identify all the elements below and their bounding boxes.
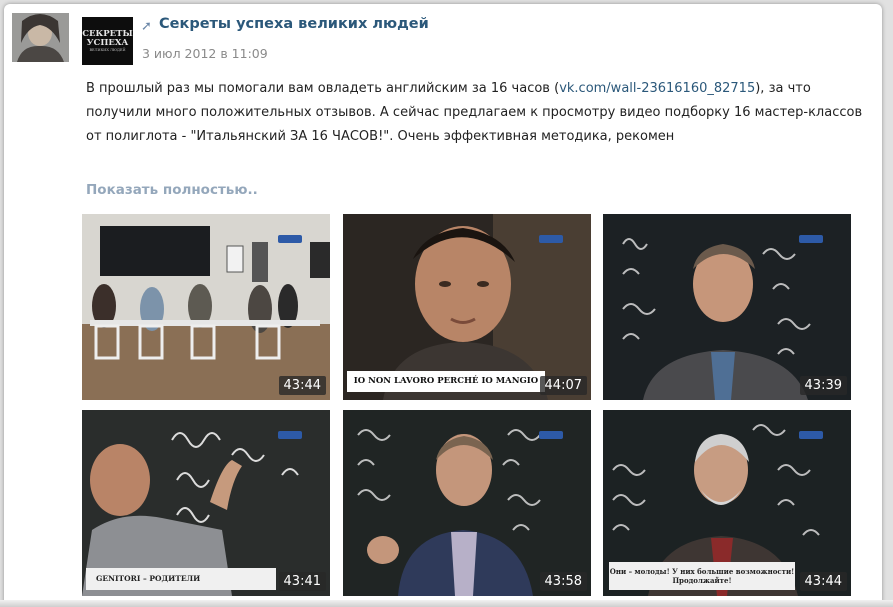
video-duration: 43:41	[278, 572, 326, 591]
video-duration: 43:58	[539, 572, 587, 591]
video-thumbnail-6[interactable]: Они – молоды! У них большие возможности!…	[603, 410, 851, 596]
video-caption: GENITORI – РОДИТЕЛИ	[86, 568, 276, 590]
group-logo[interactable]: СЕКРЕТЫ УСПЕХА ВЕЛИКИХ ЛЮДЕЙ	[82, 17, 133, 65]
screenshot-frame: СЕКРЕТЫ УСПЕХА ВЕЛИКИХ ЛЮДЕЙ ➚ Секреты у…	[0, 0, 893, 607]
user-avatar[interactable]	[12, 13, 69, 62]
post-link[interactable]: vk.com/wall-23616160_82715	[559, 81, 755, 96]
video-subtitle: IO NON LAVORO PERCHÉ IO MANGIO	[347, 371, 545, 392]
channel-logo-icon	[539, 235, 563, 243]
video-duration: 44:07	[539, 376, 587, 395]
video-thumbnail-2[interactable]: IO NON LAVORO PERCHÉ IO MANGIO 44:07	[343, 214, 591, 400]
logo-line-2: УСПЕХА	[86, 38, 129, 48]
video-thumbnail-3[interactable]: 43:39	[603, 214, 851, 400]
bottom-shadow-strip	[0, 600, 893, 607]
post-text-start: В прошлый раз мы помогали вам овладеть а…	[86, 81, 560, 96]
video-duration: 43:44	[278, 376, 326, 395]
logo-line-3: ВЕЛИКИХ ЛЮДЕЙ	[89, 48, 126, 52]
channel-logo-icon	[278, 235, 302, 243]
group-name-link[interactable]: Секреты успеха великих людей	[159, 16, 429, 32]
post-date[interactable]: 3 июл 2012 в 11:09	[142, 46, 268, 61]
show-more-link[interactable]: Показать полностью..	[86, 182, 258, 198]
channel-logo-icon	[539, 431, 563, 439]
video-thumbnail-5[interactable]: 43:58	[343, 410, 591, 596]
post-text: В прошлый раз мы помогали вам овладеть а…	[86, 77, 866, 149]
channel-logo-icon	[799, 431, 823, 439]
video-duration: 43:39	[799, 376, 847, 395]
wall-post: СЕКРЕТЫ УСПЕХА ВЕЛИКИХ ЛЮДЕЙ ➚ Секреты у…	[4, 4, 882, 607]
video-thumbnail-1[interactable]: 43:44	[82, 214, 330, 400]
channel-logo-icon	[278, 431, 302, 439]
repost-arrow-icon: ➚	[141, 19, 152, 34]
video-caption: Они – молоды! У них большие возможности!…	[609, 562, 795, 590]
channel-logo-icon	[799, 235, 823, 243]
video-thumbnail-4[interactable]: GENITORI – РОДИТЕЛИ 43:41	[82, 410, 330, 596]
video-duration: 43:44	[799, 572, 847, 591]
